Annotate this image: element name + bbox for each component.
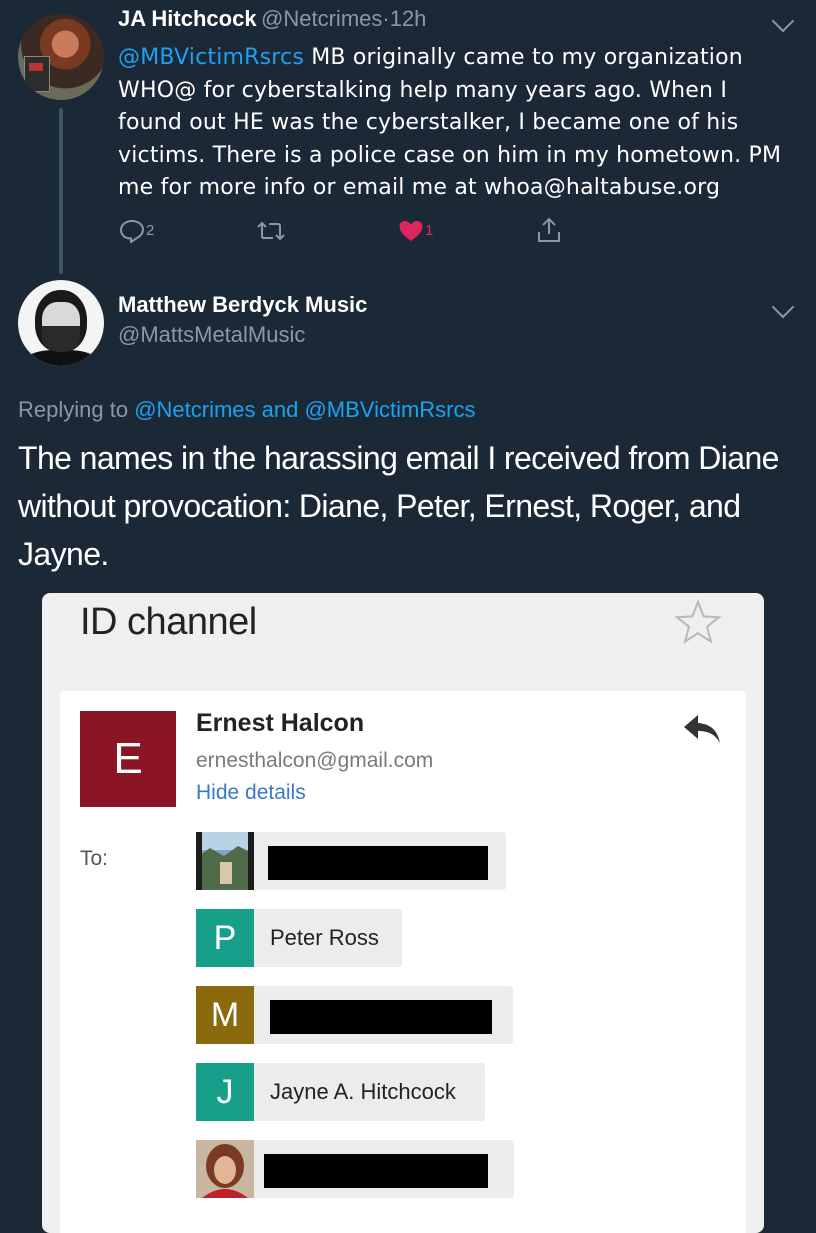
tweet1-line-1: @MBVictimRsrcs MB originally came to my … (118, 42, 798, 75)
tweet1-header: JA Hitchcock @Netcrimes·12h (118, 6, 426, 32)
recipient-name: Peter Ross (270, 925, 379, 950)
redaction-bar (264, 1154, 488, 1188)
tweet1-text: MB originally came to my organization (304, 45, 743, 70)
tweet2-menu-chevron-icon[interactable] (771, 295, 795, 319)
email-reply-icon (684, 715, 720, 743)
tweet1-display-name[interactable]: JA Hitchcock (118, 6, 257, 31)
redaction-bar (268, 846, 488, 880)
avatar-beard (42, 326, 80, 352)
recipient-initial-tile: J (196, 1063, 254, 1121)
replying-prefix: Replying to (18, 397, 135, 422)
tweet1-menu-chevron-icon[interactable] (771, 9, 795, 33)
tweet2-display-name[interactable]: Matthew Berdyck Music (118, 292, 367, 318)
retweet-icon[interactable] (256, 219, 286, 243)
tweet1-mention-link[interactable]: @MBVictimRsrcs (118, 45, 304, 70)
book-image (24, 56, 50, 92)
tweet1-line-3: found out HE was the cyberstalker, I bec… (118, 110, 739, 136)
recipient-name: Jayne A. Hitchcock (270, 1079, 456, 1104)
attached-email-screenshot[interactable]: ID channel E Ernest Halcon ernesthalcon@… (42, 593, 764, 1233)
tweet2-line-3: Jayne. (18, 536, 109, 572)
recipient-photo (196, 1140, 254, 1198)
tweet2-handle[interactable]: @MattsMetalMusic (118, 322, 305, 348)
hide-details-link: Hide details (196, 781, 306, 804)
tweet1-body: @MBVictimRsrcs MB originally came to my … (118, 42, 798, 205)
recipient-chip: J Jayne A. Hitchcock (196, 1063, 485, 1121)
tweet1-handle[interactable]: @Netcrimes (261, 6, 382, 31)
reply-icon[interactable] (119, 219, 145, 243)
tweet2-line-1: The names in the harassing email I recei… (18, 440, 779, 476)
replying-and[interactable]: and (256, 397, 305, 422)
tweet2-line-2: without provocation: Diane, Peter, Ernes… (18, 488, 741, 524)
avatar-matthew-berdyck[interactable] (18, 280, 104, 366)
recipient-chip (196, 1140, 514, 1198)
tweet2-body: The names in the harassing email I recei… (18, 434, 808, 578)
like-icon[interactable] (398, 219, 424, 243)
star-icon (674, 599, 722, 644)
sender-email: ernesthalcon@gmail.com (196, 749, 434, 772)
replying-to-netcrimes-link[interactable]: @Netcrimes (134, 397, 255, 422)
recipient-chip (196, 832, 506, 890)
share-icon[interactable] (536, 216, 562, 244)
sender-name: Ernest Halcon (196, 709, 365, 737)
recipient-initial-tile: M (196, 986, 254, 1044)
avatar-ja-hitchcock[interactable] (18, 14, 104, 100)
email-card: E Ernest Halcon ernesthalcon@gmail.com H… (60, 691, 746, 1233)
to-label: To: (80, 847, 109, 870)
tweet1-line-2: WHO@ for cyberstalking help many years a… (118, 77, 728, 103)
sender-initial-tile: E (80, 711, 176, 807)
recipient-chip: P Peter Ross (196, 909, 402, 967)
replying-to-mbvictimrsrcs-link[interactable]: @MBVictimRsrcs (304, 397, 475, 422)
reply-count: 2 (146, 222, 155, 239)
recipient-photo (196, 832, 254, 890)
thread-connector-line (59, 108, 63, 274)
recipient-initial-tile: P (196, 909, 254, 967)
like-count: 1 (425, 222, 434, 239)
avatar-shirt (24, 350, 98, 366)
tweet1-timestamp[interactable]: 12h (390, 6, 427, 31)
email-subject-title: ID channel (80, 601, 257, 643)
tweet1-line-5: me for more info or email me at whoa@hal… (118, 175, 721, 201)
redaction-bar (270, 1000, 492, 1034)
tweet1-separator: · (382, 6, 390, 31)
replying-to-line: Replying to @Netcrimes and @MBVictimRsrc… (18, 397, 476, 423)
tweet1-line-4: victims. There is a police case on him i… (118, 142, 782, 168)
recipient-chip: M (196, 986, 513, 1044)
